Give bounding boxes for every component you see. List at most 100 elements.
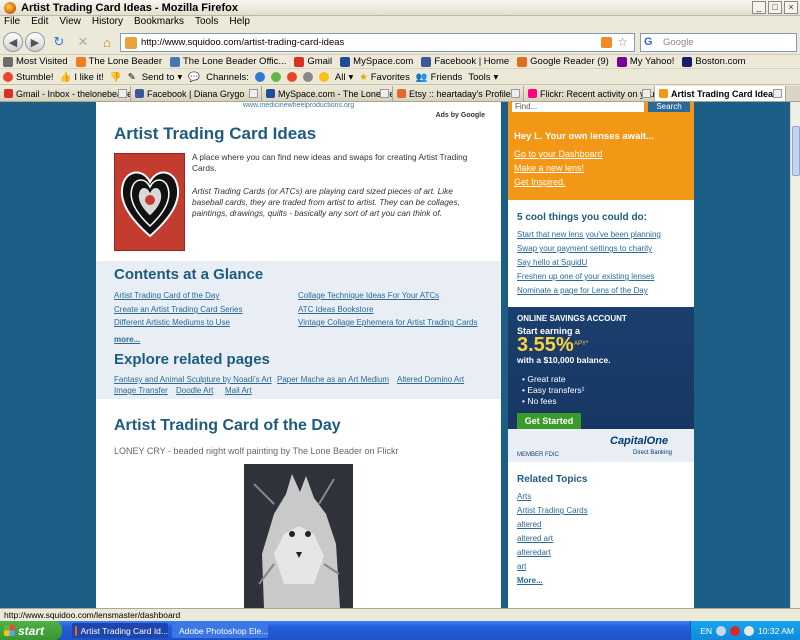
contents-more-link[interactable]: more... <box>114 335 140 344</box>
volume-icon[interactable] <box>744 625 755 636</box>
cool-link[interactable]: Nominate a page for Lens of the Day <box>517 286 648 295</box>
tab-gmail[interactable]: Gmail - Inbox - thelonebeader... <box>0 86 131 101</box>
explore-link[interactable]: Image Transfer <box>114 386 168 395</box>
channel-icon[interactable] <box>270 72 281 82</box>
related-link[interactable]: Arts <box>517 492 531 501</box>
back-icon[interactable]: ◀ <box>3 32 23 52</box>
channel-icon[interactable] <box>254 72 265 82</box>
scrollbar-thumb[interactable] <box>792 126 800 176</box>
related-link[interactable]: altered art <box>517 534 553 543</box>
channel-icon[interactable] <box>318 72 329 82</box>
tab-close-icon[interactable] <box>118 89 127 98</box>
close-button[interactable]: × <box>784 1 798 14</box>
tools-button[interactable]: Tools ▾ <box>468 72 498 83</box>
favorites-button[interactable]: ★ Favorites <box>359 72 410 83</box>
thumbs-down-icon[interactable]: 👎 <box>110 72 122 83</box>
all-channels-button[interactable]: All ▾ <box>335 72 353 83</box>
bookmark-item[interactable]: The Lone Beader Offic... <box>170 56 286 67</box>
tab-close-icon[interactable] <box>773 89 782 98</box>
minimize-button[interactable]: _ <box>752 1 766 14</box>
bookmark-item[interactable]: Google Reader (9) <box>517 56 609 67</box>
menu-bookmarks[interactable]: Bookmarks <box>134 16 184 30</box>
stumble-button[interactable]: Stumble! <box>3 72 54 83</box>
kaspersky-icon[interactable] <box>730 625 741 636</box>
new-lens-link[interactable]: Make a new lens! <box>514 163 584 173</box>
dashboard-link[interactable]: Go to your Dashboard <box>514 149 603 159</box>
menu-file[interactable]: File <box>4 16 20 30</box>
tab-flickr[interactable]: Flickr: Recent activity on your ... <box>524 86 655 101</box>
menu-tools[interactable]: Tools <box>195 16 218 30</box>
menu-edit[interactable]: Edit <box>31 16 48 30</box>
bookmark-star-icon[interactable]: ☆ <box>617 35 628 49</box>
bookmark-item[interactable]: Most Visited <box>3 56 68 67</box>
contents-link[interactable]: Vintage Collage Ephemera for Artist Trad… <box>298 318 478 327</box>
language-indicator[interactable]: EN <box>700 626 712 636</box>
search-button[interactable]: Search <box>648 102 690 112</box>
bookmark-item[interactable]: MySpace.com <box>340 56 413 67</box>
friends-button[interactable]: 👥 Friends <box>416 72 463 83</box>
tab-myspace[interactable]: MySpace.com - The Lone Bead... <box>262 86 393 101</box>
contents-link[interactable]: Create an Artist Trading Card Series <box>114 305 243 314</box>
capital-one-ad[interactable]: ONLINE SAVINGS ACCOUNT Start earning a 3… <box>508 307 694 462</box>
menu-history[interactable]: History <box>92 16 123 30</box>
bookmark-item[interactable]: My Yahoo! <box>616 56 674 67</box>
tab-artist-trading-card-ideas[interactable]: Artist Trading Card Ideas <box>655 86 786 101</box>
related-link[interactable]: art <box>517 562 526 571</box>
network-icon[interactable] <box>716 625 727 636</box>
contents-link[interactable]: Different Artistic Mediums to Use <box>114 318 230 327</box>
forward-icon[interactable]: ▶ <box>25 32 45 52</box>
contents-link[interactable]: ATC Ideas Bookstore <box>298 305 373 314</box>
get-started-button[interactable]: Get Started <box>517 413 581 429</box>
taskbar-item-photoshop[interactable]: Adobe Photoshop Ele... <box>172 623 268 638</box>
related-link[interactable]: altered <box>517 520 541 529</box>
google-search-icon[interactable]: G <box>644 36 653 48</box>
maximize-button[interactable]: □ <box>768 1 782 14</box>
cool-link[interactable]: Say hello at SquidU <box>517 258 587 267</box>
contents-link[interactable]: Artist Trading Card of the Day <box>114 291 219 300</box>
channel-icon[interactable] <box>302 72 313 82</box>
menu-view[interactable]: View <box>59 16 81 30</box>
cool-link[interactable]: Freshen up one of your existing lenses <box>517 272 654 281</box>
rss-feed-icon[interactable] <box>601 37 612 48</box>
tag-icon[interactable]: ✎ <box>128 72 136 83</box>
send-to-button[interactable]: Send to ▾ <box>142 72 183 83</box>
comment-icon[interactable]: 💬 <box>188 72 200 83</box>
start-button[interactable]: start <box>0 621 62 640</box>
explore-link[interactable]: Mail Art <box>225 386 252 395</box>
bookmark-item[interactable]: The Lone Beader <box>75 56 162 67</box>
vertical-scrollbar[interactable] <box>790 102 800 608</box>
explore-link[interactable]: Paper Mache as an Art Medium <box>277 375 389 384</box>
bookmark-item[interactable]: Boston.com <box>682 56 746 67</box>
contents-link[interactable]: Collage Technique Ideas For Your ATCs <box>298 291 439 300</box>
wolf-bead-painting-image[interactable] <box>244 464 353 608</box>
ads-by-google[interactable]: Ads by Google <box>436 112 485 119</box>
url-bar[interactable]: http://www.squidoo.com/artist-trading-ca… <box>120 33 635 52</box>
cool-link[interactable]: Start that new lens you've been planning <box>517 230 661 239</box>
menu-help[interactable]: Help <box>229 16 250 30</box>
tab-etsy[interactable]: Etsy :: heartaday's Profile <box>393 86 524 101</box>
tab-facebook[interactable]: Facebook | Diana Grygo <box>131 86 262 101</box>
find-input[interactable]: Find... <box>512 102 644 112</box>
like-button[interactable]: 👍 I like it! <box>60 72 104 83</box>
home-icon[interactable]: ⌂ <box>98 33 116 51</box>
tab-close-icon[interactable] <box>511 89 520 98</box>
search-input[interactable]: G Google <box>640 33 797 52</box>
tab-close-icon[interactable] <box>642 89 651 98</box>
explore-link[interactable]: Altered Domino Art <box>397 375 464 384</box>
stop-icon[interactable]: ✕ <box>74 33 92 51</box>
get-inspired-link[interactable]: Get Inspired. <box>514 177 566 187</box>
related-link[interactable]: Artist Trading Cards <box>517 506 588 515</box>
related-more-link[interactable]: More... <box>517 576 543 585</box>
related-link[interactable]: alteredart <box>517 548 551 557</box>
taskbar-item-firefox[interactable]: Artist Trading Card Id... <box>72 623 168 638</box>
tab-close-icon[interactable] <box>380 89 389 98</box>
explore-link[interactable]: Doodle Art <box>176 386 213 395</box>
tab-close-icon[interactable] <box>249 89 258 98</box>
bookmark-item[interactable]: Gmail <box>294 56 332 67</box>
cool-link[interactable]: Swap your payment settings to charity <box>517 244 652 253</box>
explore-link[interactable]: Fantasy and Animal Sculpture by Noadi's … <box>114 375 272 384</box>
channel-icon[interactable] <box>286 72 297 82</box>
bookmark-item[interactable]: Facebook | Home <box>421 56 509 67</box>
reload-icon[interactable]: ↻ <box>50 33 68 51</box>
tab-label: Artist Trading Card Ideas <box>671 88 779 99</box>
